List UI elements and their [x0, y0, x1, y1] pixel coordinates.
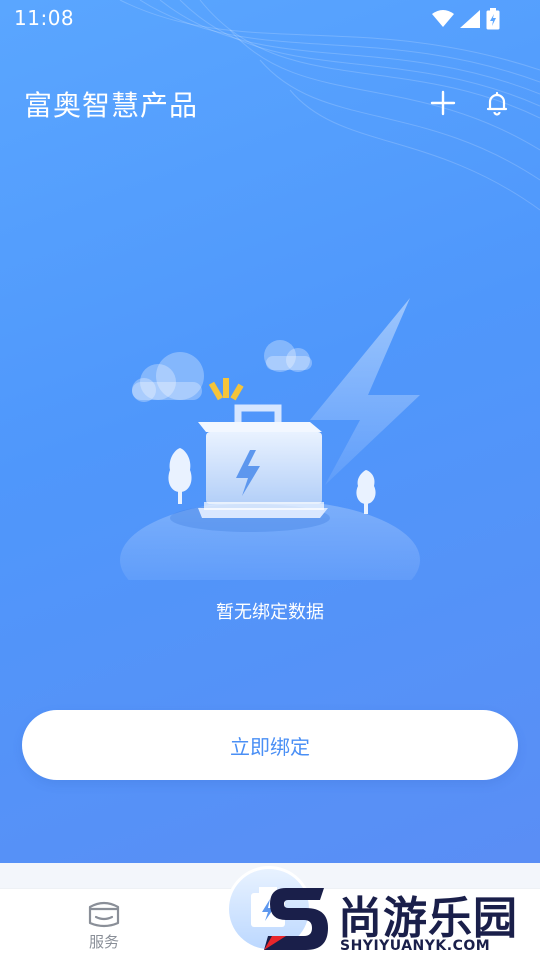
service-icon — [88, 901, 120, 928]
status-bar: 11:08 — [0, 0, 540, 36]
signal-icon — [460, 10, 480, 28]
bell-icon — [486, 91, 508, 116]
watermark-s-icon — [264, 888, 328, 950]
plus-icon — [430, 90, 456, 116]
wifi-icon — [432, 10, 454, 27]
watermark-site: SHYIYUANYK.COM — [340, 938, 491, 954]
battery-icon — [486, 8, 500, 30]
page-title: 富奥智慧产品 — [24, 89, 199, 122]
add-device-button[interactable] — [428, 88, 458, 118]
status-time: 11:08 — [14, 6, 75, 30]
notification-button[interactable] — [482, 88, 512, 118]
empty-state-message: 暂无绑定数据 — [216, 602, 324, 623]
watermark-brand: 尚游乐园 — [338, 893, 518, 944]
tab-service-label: 服务 — [88, 933, 119, 951]
bind-now-button[interactable]: 立即绑定 — [22, 710, 518, 780]
empty-battery-illustration — [120, 298, 420, 580]
tab-service[interactable]: 服务 — [72, 897, 136, 957]
page-header: 富奥智慧产品 — [0, 76, 540, 132]
watermark-logo: 尚游乐园 SHYIYUANYK.COM — [262, 878, 540, 960]
status-icons — [432, 8, 500, 30]
